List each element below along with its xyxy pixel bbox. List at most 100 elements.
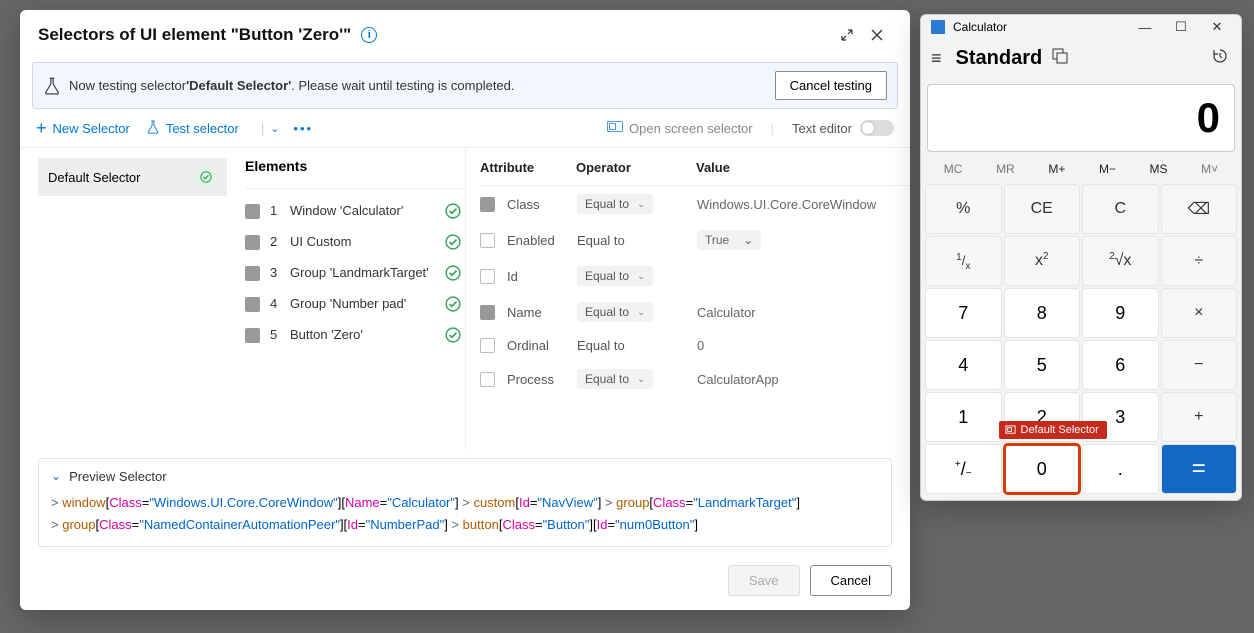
keep-on-top-button[interactable] (1052, 48, 1068, 69)
attr-checkbox[interactable] (480, 338, 495, 353)
elements-panel: Elements 1Window 'Calculator'2UI Custom3… (235, 148, 465, 450)
chevron-down-icon: ⌄ (51, 469, 61, 483)
more-actions-button[interactable]: ••• (293, 121, 313, 136)
cancel-testing-button[interactable]: Cancel testing (775, 71, 887, 100)
key-5[interactable]: 5 (1004, 340, 1081, 390)
key-CE[interactable]: CE (1004, 184, 1081, 234)
key-÷[interactable]: ÷ (1161, 236, 1238, 286)
element-row[interactable]: 3Group 'LandmarkTarget' (245, 259, 465, 290)
attribute-row: ClassEqual to⌄Windows.UI.Core.CoreWindow (480, 186, 910, 222)
key-fn[interactable]: x2 (1004, 236, 1081, 286)
memory-mr: MR (996, 162, 1015, 176)
testing-text-prefix: Now testing selector (69, 78, 186, 93)
menu-button[interactable]: ≡ (931, 48, 942, 69)
history-button[interactable] (1211, 47, 1229, 70)
minimize-button[interactable]: ― (1127, 20, 1163, 35)
memory-m˅: M˅ (1201, 162, 1218, 176)
testing-text-suffix: . Please wait until testing is completed… (291, 78, 514, 93)
check-icon (195, 166, 217, 188)
text-editor-toggle[interactable] (860, 120, 894, 136)
key-−[interactable]: − (1161, 340, 1238, 390)
window-title: Selectors of UI element "Button 'Zero'" (38, 25, 351, 45)
key-1[interactable]: 1 (925, 392, 1002, 442)
test-selector-chevron[interactable]: ⌄ (270, 122, 279, 135)
checkbox[interactable] (245, 328, 260, 343)
new-selector-button[interactable]: +New Selector (36, 119, 130, 137)
memory-m+[interactable]: M+ (1048, 162, 1065, 176)
memory-m−[interactable]: M− (1099, 162, 1116, 176)
checkbox[interactable] (245, 266, 260, 281)
operator-select[interactable]: Equal to⌄ (577, 369, 653, 389)
value-select[interactable]: True⌄ (697, 230, 761, 250)
key-8[interactable]: 8 (1004, 288, 1081, 338)
preview-code: > window[Class="Windows.UI.Core.CoreWind… (51, 492, 879, 536)
check-icon (445, 327, 465, 346)
attr-checkbox[interactable] (480, 197, 495, 212)
operator-select[interactable]: Equal to⌄ (577, 302, 653, 322)
attr-checkbox[interactable] (480, 305, 495, 320)
attribute-row: OrdinalEqual to0 (480, 330, 910, 361)
key-0[interactable]: 0Default Selector (1004, 444, 1081, 494)
element-row[interactable]: 1Window 'Calculator' (245, 197, 465, 228)
attr-checkbox[interactable] (480, 233, 495, 248)
testing-text-selector: 'Default Selector' (186, 78, 291, 93)
attribute-row: ProcessEqual to⌄CalculatorApp (480, 361, 910, 397)
element-row[interactable]: 2UI Custom (245, 228, 465, 259)
text-editor-toggle-label: Text editor (792, 120, 894, 136)
test-selector-button[interactable]: Test selector (146, 120, 239, 137)
key-fn[interactable]: 2√x (1082, 236, 1159, 286)
checkbox[interactable] (245, 204, 260, 219)
key-=[interactable]: = (1161, 444, 1238, 494)
close-button[interactable]: ✕ (1199, 19, 1235, 35)
calculator-window: Calculator ― ☐ ✕ ≡ Standard 0 MCMRM+M−MS… (920, 14, 1242, 501)
memory-ms[interactable]: MS (1150, 162, 1168, 176)
attribute-row: NameEqual to⌄Calculator (480, 294, 910, 330)
save-button: Save (728, 565, 800, 596)
checkbox[interactable] (245, 235, 260, 250)
key-4[interactable]: 4 (925, 340, 1002, 390)
maximize-button[interactable]: ☐ (1163, 19, 1199, 35)
key-.[interactable]: . (1082, 444, 1159, 494)
element-row[interactable]: 4Group 'Number pad' (245, 290, 465, 321)
col-value: Value (696, 160, 910, 175)
calculator-title: Calculator (953, 20, 1127, 34)
calculator-titlebar: Calculator ― ☐ ✕ (921, 15, 1241, 39)
expand-button[interactable] (832, 20, 862, 50)
memory-mc: MC (944, 162, 963, 176)
editor-toolbar: +New Selector Test selector | ⌄ ••• Open… (20, 109, 910, 148)
key-9[interactable]: 9 (1082, 288, 1159, 338)
cancel-button[interactable]: Cancel (810, 565, 892, 596)
calculator-app-icon (931, 20, 945, 34)
flask-icon (43, 77, 61, 95)
key-⌫[interactable]: ⌫ (1161, 184, 1238, 234)
open-screen-selector-button[interactable]: Open screen selector (607, 121, 753, 136)
key-%[interactable]: % (925, 184, 1002, 234)
element-row[interactable]: 5Button 'Zero' (245, 321, 465, 352)
key-7[interactable]: 7 (925, 288, 1002, 338)
close-button[interactable] (862, 20, 892, 50)
key-6[interactable]: 6 (1082, 340, 1159, 390)
flask-icon (146, 120, 160, 137)
attr-checkbox[interactable] (480, 372, 495, 387)
window-titlebar: Selectors of UI element "Button 'Zero'" … (20, 10, 910, 54)
plus-icon: + (36, 119, 47, 137)
attr-checkbox[interactable] (480, 269, 495, 284)
testing-banner: Now testing selector 'Default Selector' … (32, 62, 898, 109)
operator-select[interactable]: Equal to⌄ (577, 194, 653, 214)
checkbox[interactable] (245, 297, 260, 312)
key-fn[interactable]: 1/x (925, 236, 1002, 286)
operator-select[interactable]: Equal to⌄ (577, 266, 653, 286)
key-×[interactable]: × (1161, 288, 1238, 338)
info-icon[interactable]: i (361, 27, 377, 43)
col-attribute: Attribute (480, 160, 576, 175)
memory-row: MC MR M+ M− MS M˅ (921, 158, 1241, 184)
key-+[interactable]: + (1161, 392, 1238, 442)
preview-toggle[interactable]: ⌄ Preview Selector (51, 469, 879, 484)
attribute-row: EnabledEqual toTrue⌄ (480, 222, 910, 258)
selector-item[interactable]: Default Selector (38, 158, 227, 196)
selectors-list: Default Selector (20, 148, 235, 450)
key-C[interactable]: C (1082, 184, 1159, 234)
attribute-row: IdEqual to⌄ (480, 258, 910, 294)
attributes-panel: Attribute Operator Value ClassEqual to⌄W… (465, 148, 910, 450)
key-fn[interactable]: +/− (925, 444, 1002, 494)
